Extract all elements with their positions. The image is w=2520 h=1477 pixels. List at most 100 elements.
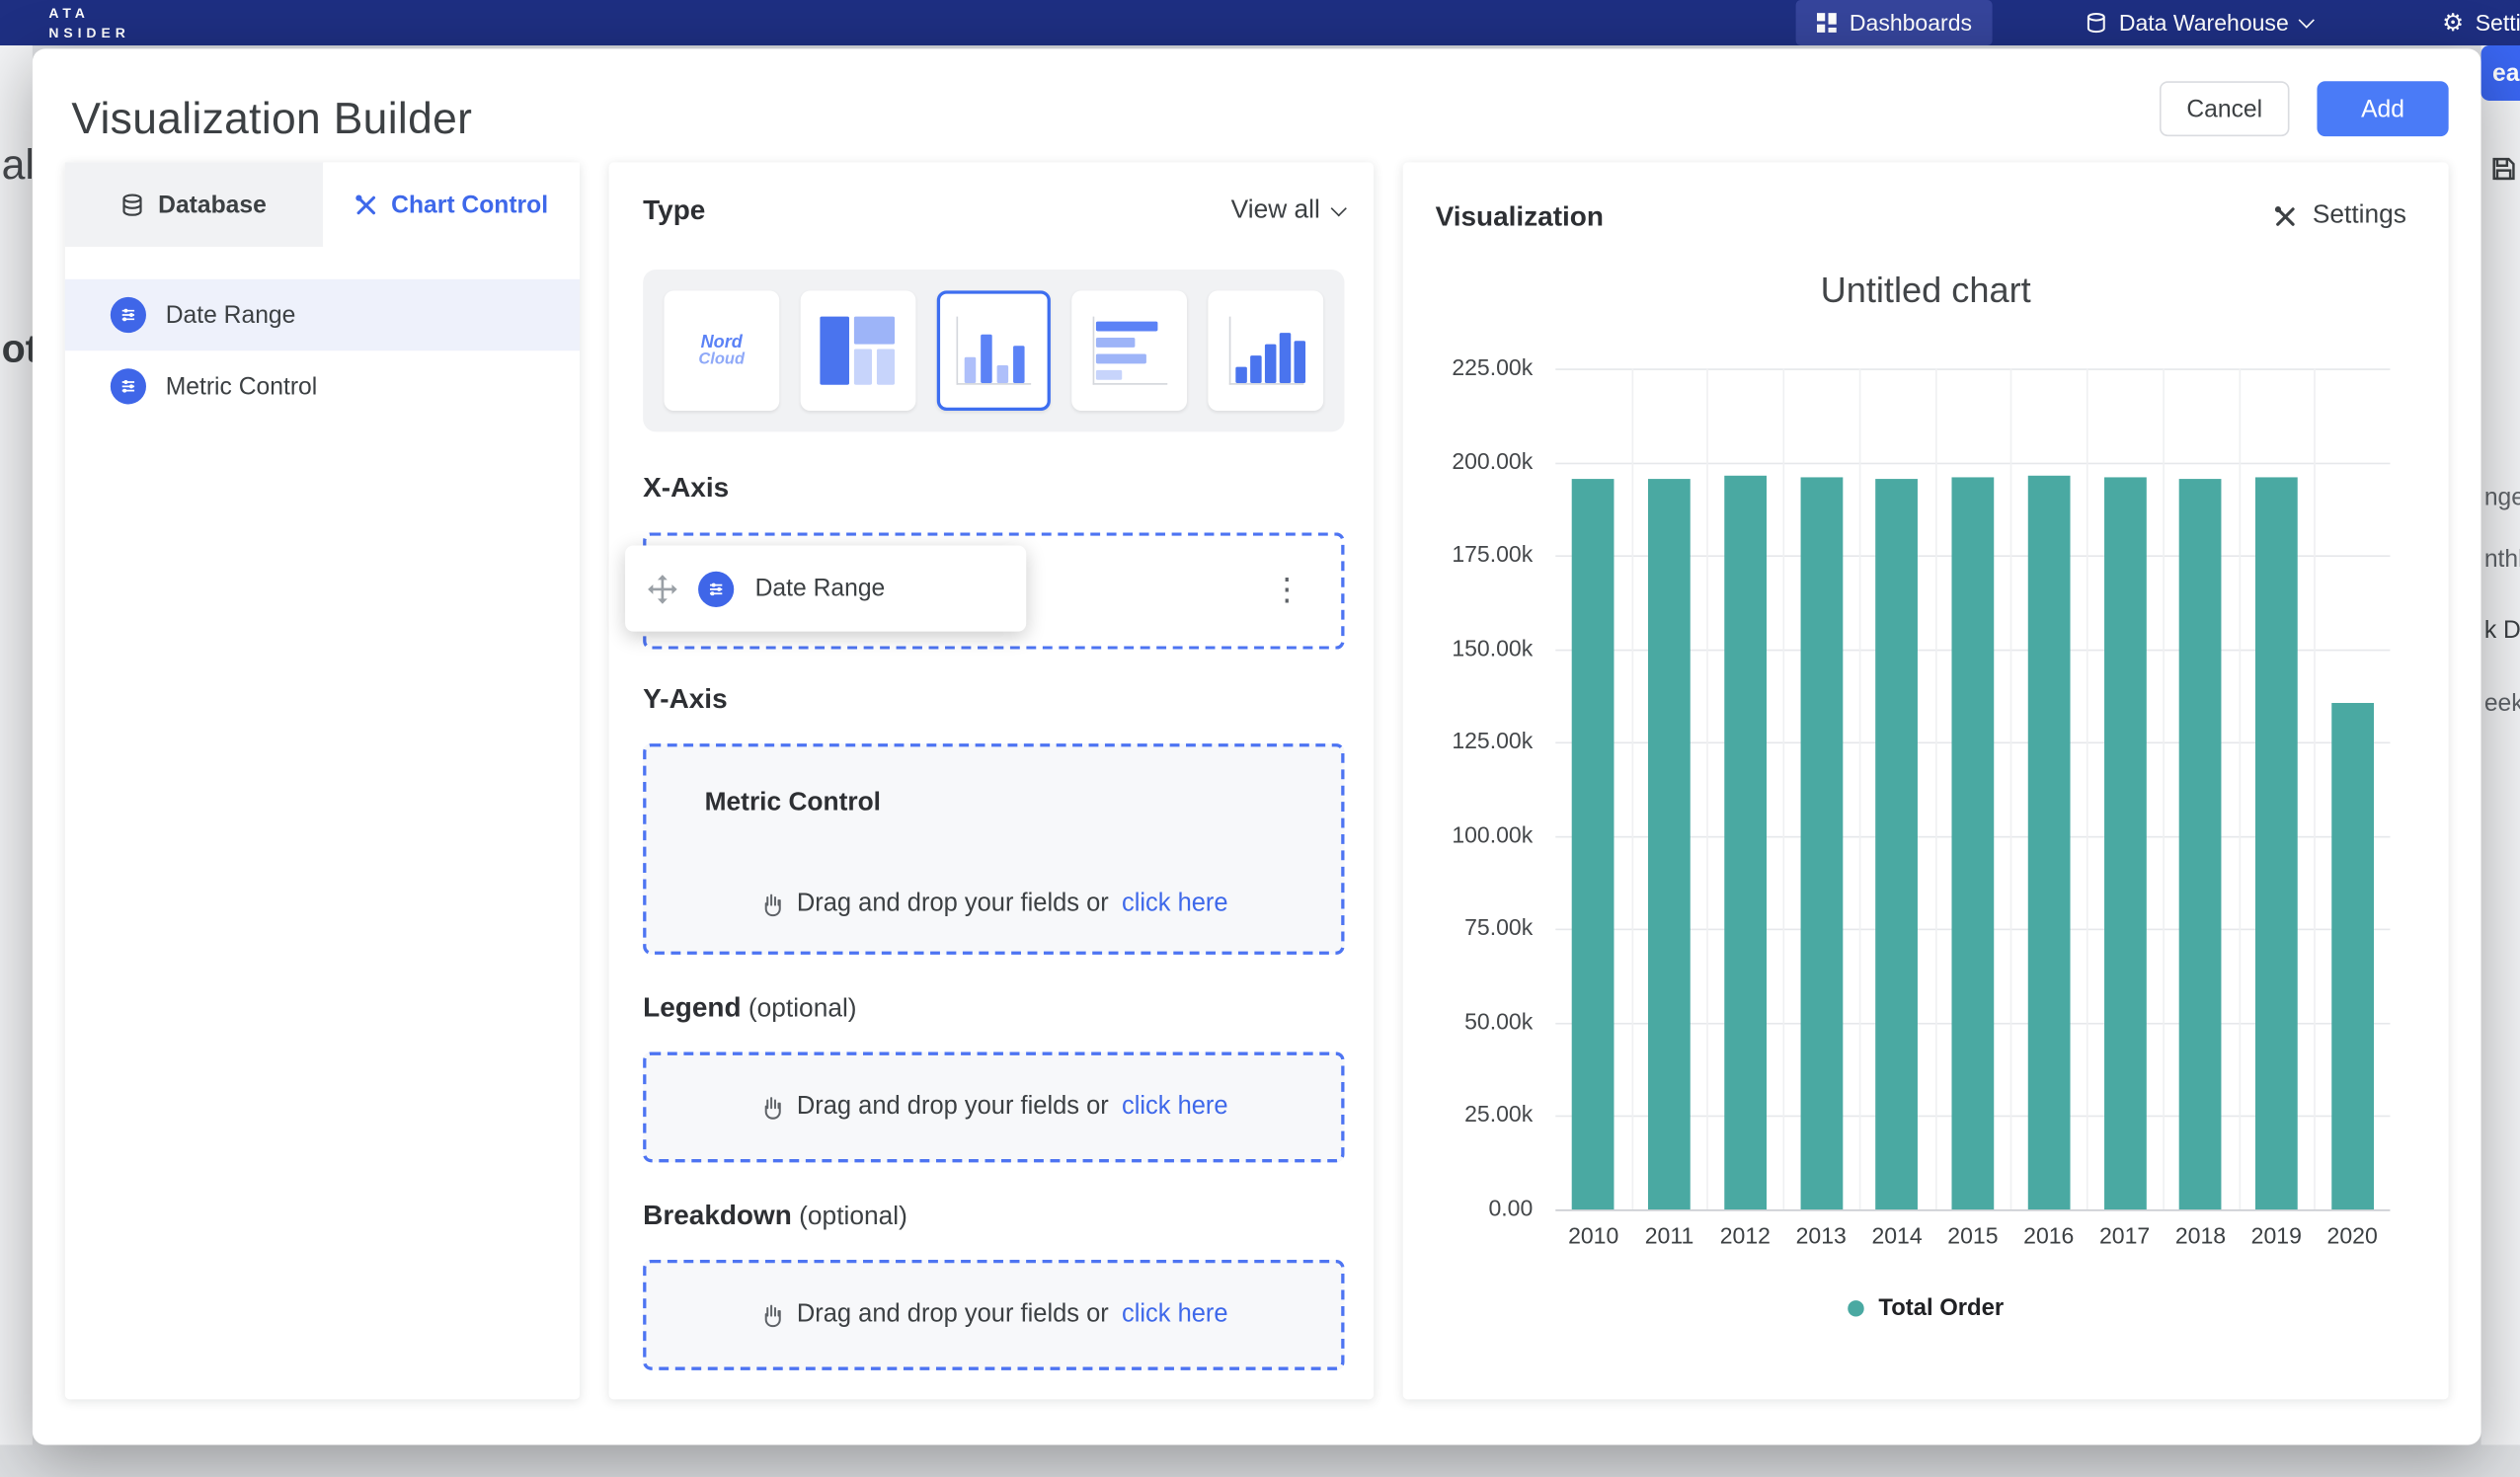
legend-series-label: Total Order <box>1878 1295 2004 1321</box>
visualization-panel: Visualization Settings Untitled chart 0.… <box>1403 162 2449 1399</box>
breakdown-optional-label: (optional) <box>799 1203 907 1230</box>
add-button[interactable]: Add <box>2317 81 2448 136</box>
field-item-metric-control[interactable]: Metric Control <box>65 350 580 422</box>
database-icon <box>120 193 145 217</box>
tab-database-label: Database <box>158 191 267 218</box>
y-tick-label: 100.00k <box>1452 821 1533 847</box>
tools-icon <box>2273 203 2298 228</box>
bar-slot: 2020 <box>2315 368 2391 1209</box>
legend-drop-zone[interactable]: Drag and drop your fields or click here <box>643 1052 1344 1163</box>
y-tick-label: 200.00k <box>1452 447 1533 473</box>
x-tick-label: 2015 <box>1947 1222 1998 1248</box>
settings-button[interactable]: Settings <box>2273 201 2406 231</box>
bar-2019[interactable] <box>2255 478 2298 1209</box>
tools-icon <box>354 193 378 217</box>
move-icon <box>648 574 677 603</box>
x-tick-label: 2011 <box>1645 1222 1694 1248</box>
view-all-label: View all <box>1231 196 1320 226</box>
x-axis-item-menu[interactable]: ⋮ <box>1272 576 1302 606</box>
y-axis-label: Y-Axis <box>643 683 1344 716</box>
dashboard-grid-icon <box>1815 12 1838 35</box>
page-right-edge: nge nthly k Date eekly ear <box>2481 45 2520 1444</box>
bar-2013[interactable] <box>1800 478 1843 1209</box>
y-tick-label: 125.00k <box>1452 728 1533 753</box>
y-axis-drop-zone[interactable]: Metric Control Drag and drop your fields… <box>643 743 1344 955</box>
legend-section-label: Legend (optional) <box>643 992 1344 1025</box>
click-here-link[interactable]: click here <box>1122 1300 1228 1330</box>
tab-chart-control[interactable]: Chart Control <box>322 162 580 247</box>
bar-slot: 2012 <box>1707 368 1783 1209</box>
bar-slot: 2015 <box>1935 368 2011 1209</box>
drop-hint-text: Drag and drop your fields or <box>797 890 1109 919</box>
bar-2014[interactable] <box>1876 479 1919 1209</box>
view-all-button[interactable]: View all <box>1231 196 1345 226</box>
bar-slot: 2010 <box>1555 368 1631 1209</box>
field-list: Date Range Metric Control <box>65 279 580 423</box>
click-here-link[interactable]: click here <box>1122 1093 1228 1123</box>
column-chart-preview <box>956 317 1031 385</box>
save-icon <box>2490 156 2516 182</box>
bar-2010[interactable] <box>1572 479 1614 1209</box>
breakdown-drop-zone[interactable]: Drag and drop your fields or click here <box>643 1260 1344 1370</box>
dragged-field-label: Date Range <box>755 575 886 602</box>
control-icon <box>111 368 146 404</box>
x-tick-label: 2013 <box>1796 1222 1847 1248</box>
breakdown-label: Breakdown <box>643 1200 792 1230</box>
breakdown-drop-hint: Drag and drop your fields or click here <box>646 1300 1341 1330</box>
fields-panel: Database Chart Control Date Range Metric… <box>65 162 580 1399</box>
bar-2015[interactable] <box>1952 478 1995 1209</box>
tab-chart-control-label: Chart Control <box>391 191 548 218</box>
bar-slot: 2013 <box>1783 368 1859 1209</box>
y-tick-label: 150.00k <box>1452 634 1533 660</box>
chart-type-column2-thumb[interactable] <box>1209 290 1323 411</box>
x-tick-label: 2020 <box>2327 1222 2378 1248</box>
legend-label: Legend <box>643 992 741 1023</box>
drag-hand-icon <box>759 1302 784 1328</box>
field-item-date-range[interactable]: Date Range <box>65 279 580 350</box>
type-label: Type <box>643 194 705 227</box>
y-axis-zone-title: Metric Control <box>705 789 881 818</box>
bar-chart-plot: 2010201120122013201420152016201720182019… <box>1555 368 2390 1210</box>
chevron-down-icon <box>2298 12 2314 28</box>
page-fragment-right-1: nge <box>2484 484 2520 511</box>
bar-2016[interactable] <box>2027 476 2070 1209</box>
y-tick-label: 50.00k <box>1464 1008 1533 1034</box>
chart-type-wordcloud-thumb[interactable]: Nord Cloud <box>665 290 779 411</box>
drop-hint-text: Drag and drop your fields or <box>797 1300 1109 1330</box>
nav-dashboards[interactable]: Dashboards <box>1796 0 1992 45</box>
horizontal-bar-preview <box>1092 317 1167 385</box>
x-tick-label: 2012 <box>1720 1222 1771 1248</box>
fields-panel-tabs: Database Chart Control <box>65 162 580 247</box>
y-tick-label: 225.00k <box>1452 353 1533 379</box>
bar-2020[interactable] <box>2331 703 2374 1209</box>
bar-2018[interactable] <box>2179 479 2222 1209</box>
type-header-row: Type View all <box>643 194 1344 227</box>
nav-data-warehouse[interactable]: Data Warehouse <box>2066 0 2331 45</box>
chart-type-layout-thumb[interactable] <box>800 290 914 411</box>
nav-data-warehouse-label: Data Warehouse <box>2119 10 2289 36</box>
bar-2011[interactable] <box>1648 479 1691 1209</box>
x-tick-label: 2014 <box>1871 1222 1922 1248</box>
chart-title: Untitled chart <box>1403 270 2449 312</box>
x-tick-label: 2017 <box>2099 1222 2150 1248</box>
click-here-link[interactable]: click here <box>1122 890 1228 919</box>
x-tick-label: 2019 <box>2251 1222 2302 1248</box>
chart-type-horizontal-bar-thumb[interactable] <box>1072 290 1187 411</box>
tab-database[interactable]: Database <box>65 162 323 247</box>
chart-type-column-thumb[interactable] <box>936 290 1052 411</box>
field-item-label: Metric Control <box>166 372 318 400</box>
bar-2012[interactable] <box>1724 476 1767 1209</box>
bar-slot: 2018 <box>2163 368 2239 1209</box>
legend-optional-label: (optional) <box>748 995 857 1023</box>
bar-slot: 2011 <box>1631 368 1707 1209</box>
bar-2017[interactable] <box>2103 478 2146 1209</box>
cancel-button[interactable]: Cancel <box>2160 81 2290 136</box>
drag-hand-icon <box>759 892 784 917</box>
nav-settings[interactable]: ⚙ Settin <box>2422 0 2520 45</box>
y-axis-drop-hint: Drag and drop your fields or click here <box>646 890 1341 919</box>
brand-line-1: ATA <box>48 3 129 23</box>
dragged-field-card[interactable]: Date Range <box>625 545 1026 631</box>
screen: ATA NSIDER Dashboards Data Warehouse ⚙ S… <box>0 0 2520 1477</box>
legend-drop-hint: Drag and drop your fields or click here <box>646 1093 1341 1123</box>
page-fragment-right-2: nthly <box>2484 545 2520 573</box>
